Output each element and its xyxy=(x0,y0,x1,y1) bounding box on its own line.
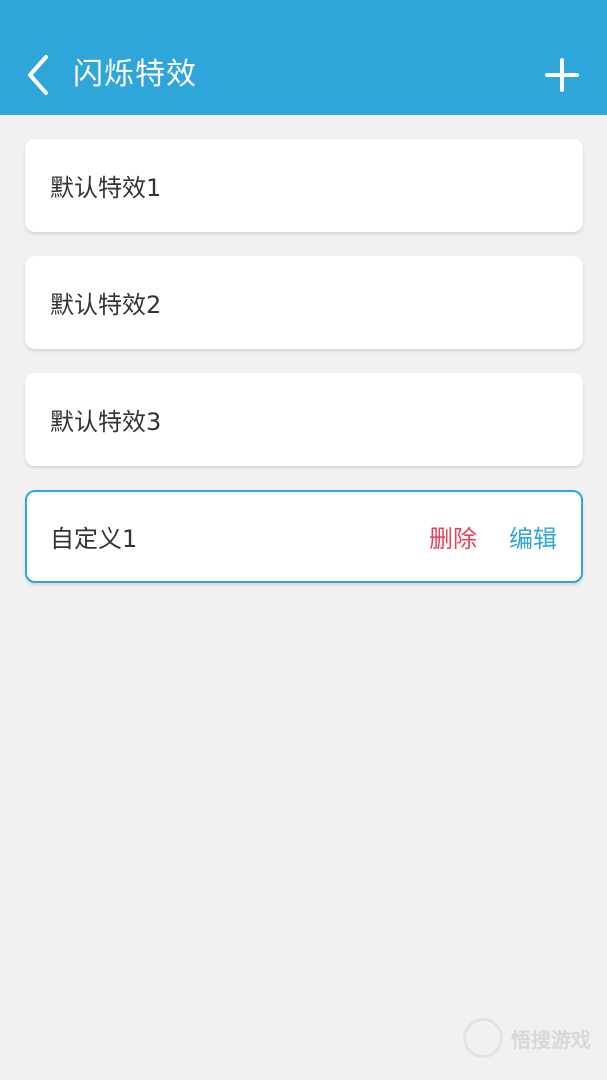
chevron-left-icon xyxy=(28,55,48,95)
effect-item-default-2[interactable]: 默认特效2 xyxy=(25,256,583,349)
effect-item-default-3[interactable]: 默认特效3 xyxy=(25,373,583,466)
delete-button[interactable]: 删除 xyxy=(429,519,477,554)
effect-item-label: 默认特效2 xyxy=(50,291,162,319)
effect-item-custom-1[interactable]: 自定义1 删除 编辑 xyxy=(25,490,583,583)
app-header: 闪烁特效 xyxy=(0,0,607,115)
watermark: 悟搜游戏 xyxy=(463,1018,591,1058)
effect-item-default-1[interactable]: 默认特效1 xyxy=(25,139,583,232)
effect-item-label: 自定义1 xyxy=(50,525,138,553)
watermark-text: 悟搜游戏 xyxy=(511,1027,591,1052)
effect-list: 默认特效1 默认特效2 默认特效3 自定义1 删除 编辑 xyxy=(25,139,583,607)
edit-button[interactable]: 编辑 xyxy=(509,519,557,554)
page-title: 闪烁特效 xyxy=(73,57,197,92)
plus-icon xyxy=(545,58,579,92)
watermark-logo-icon xyxy=(463,1018,503,1058)
add-effect-button[interactable] xyxy=(539,52,585,98)
effect-item-label: 默认特效1 xyxy=(50,174,162,202)
effect-item-label: 默认特效3 xyxy=(50,408,162,436)
back-button[interactable] xyxy=(18,52,58,98)
